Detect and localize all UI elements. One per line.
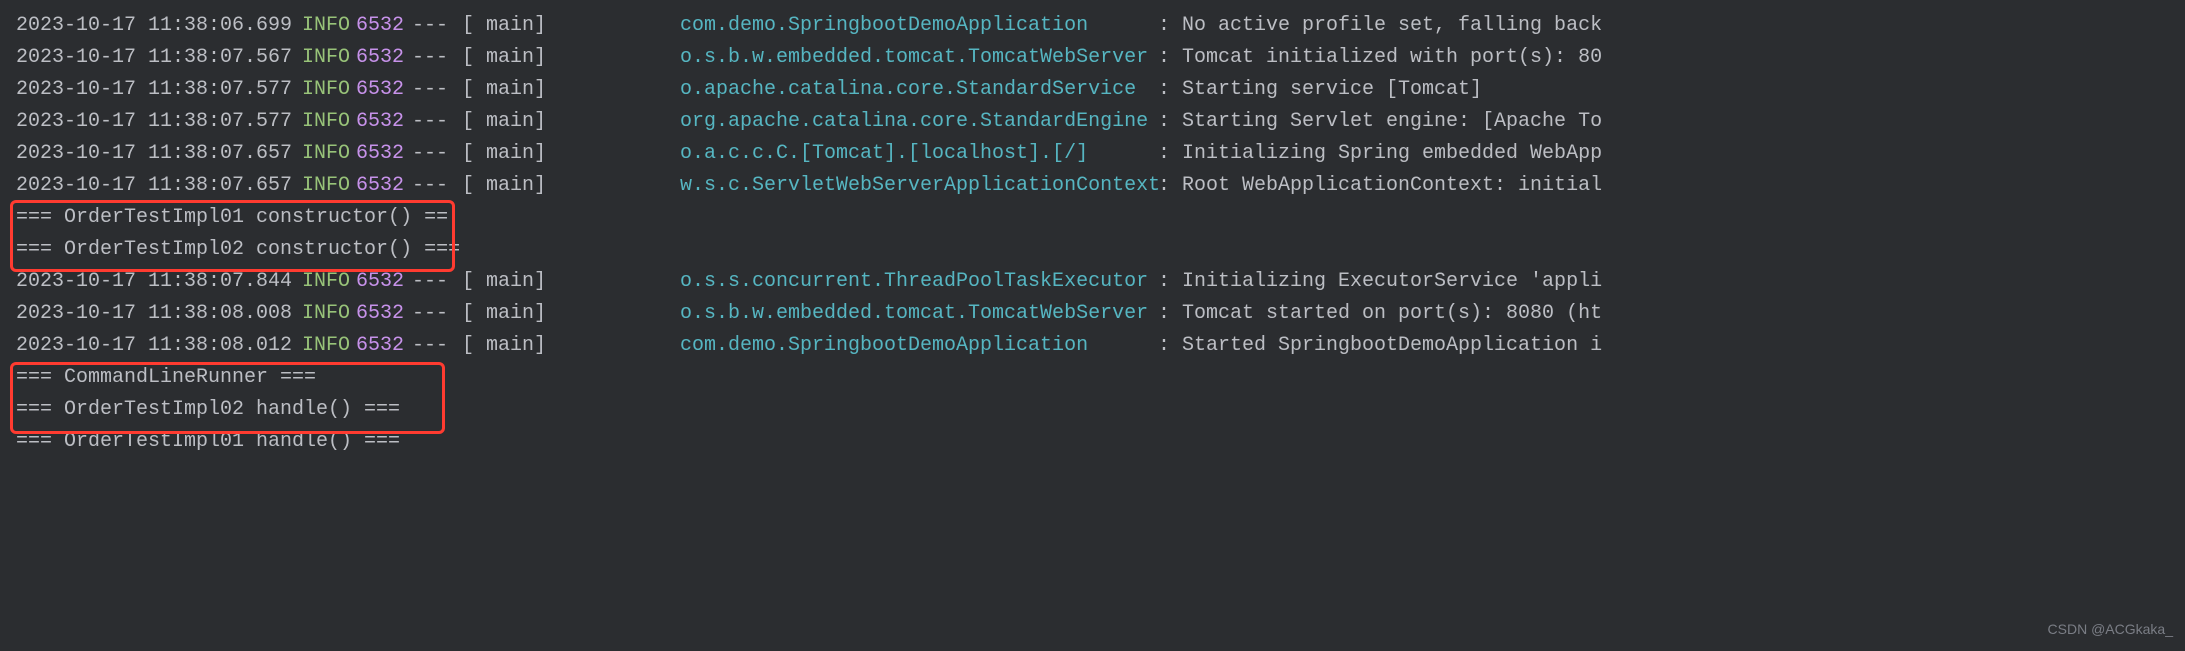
log-pid: 6532 [356, 138, 412, 170]
log-thread: [ main] [462, 10, 680, 42]
log-level: INFO [296, 266, 356, 298]
log-level: INFO [296, 298, 356, 330]
log-level: INFO [296, 106, 356, 138]
log-colon: : [1158, 74, 1182, 106]
log-line: 2023-10-17 11:38:07.657INFO 6532 --- [ m… [16, 170, 2169, 202]
log-pid: 6532 [356, 266, 412, 298]
log-colon: : [1158, 106, 1182, 138]
log-pid: 6532 [356, 42, 412, 74]
log-dashes: --- [412, 106, 462, 138]
log-thread: [ main] [462, 170, 680, 202]
log-level: INFO [296, 74, 356, 106]
log-timestamp: 2023-10-17 11:38:07.657 [16, 170, 296, 202]
log-colon: : [1158, 42, 1182, 74]
log-dashes: --- [412, 170, 462, 202]
log-line: 2023-10-17 11:38:07.844INFO 6532 --- [ m… [16, 266, 2169, 298]
log-message: Initializing Spring embedded WebApp [1182, 138, 1602, 170]
log-logger: o.a.c.c.C.[Tomcat].[localhost].[/] [680, 138, 1158, 170]
log-colon: : [1158, 138, 1182, 170]
log-pid: 6532 [356, 106, 412, 138]
log-line: 2023-10-17 11:38:08.008INFO 6532 --- [ m… [16, 298, 2169, 330]
stdout-line: === OrderTestImpl01 constructor() == [16, 202, 2169, 234]
log-line: 2023-10-17 11:38:06.699INFO 6532 --- [ m… [16, 10, 2169, 42]
log-thread: [ main] [462, 42, 680, 74]
log-logger: o.s.s.concurrent.ThreadPoolTaskExecutor [680, 266, 1158, 298]
log-colon: : [1158, 298, 1182, 330]
log-message: Starting Servlet engine: [Apache To [1182, 106, 1602, 138]
log-dashes: --- [412, 330, 462, 362]
log-dashes: --- [412, 10, 462, 42]
log-pid: 6532 [356, 170, 412, 202]
log-message: Tomcat initialized with port(s): 80 [1182, 42, 1602, 74]
log-logger: o.apache.catalina.core.StandardService [680, 74, 1158, 106]
log-thread: [ main] [462, 298, 680, 330]
log-level: INFO [296, 330, 356, 362]
log-message: No active profile set, falling back [1182, 10, 1602, 42]
log-colon: : [1158, 10, 1182, 42]
log-colon: : [1158, 266, 1182, 298]
log-timestamp: 2023-10-17 11:38:08.008 [16, 298, 296, 330]
log-output: 2023-10-17 11:38:06.699INFO 6532 --- [ m… [16, 10, 2169, 458]
log-logger: o.s.b.w.embedded.tomcat.TomcatWebServer [680, 298, 1158, 330]
log-message: Started SpringbootDemoApplication i [1182, 330, 1602, 362]
stdout-line: === CommandLineRunner === [16, 362, 2169, 394]
log-pid: 6532 [356, 330, 412, 362]
log-dashes: --- [412, 74, 462, 106]
log-pid: 6532 [356, 74, 412, 106]
log-dashes: --- [412, 42, 462, 74]
log-level: INFO [296, 138, 356, 170]
log-timestamp: 2023-10-17 11:38:06.699 [16, 10, 296, 42]
log-level: INFO [296, 42, 356, 74]
log-line: 2023-10-17 11:38:07.577INFO 6532 --- [ m… [16, 106, 2169, 138]
log-colon: : [1158, 170, 1182, 202]
log-timestamp: 2023-10-17 11:38:07.657 [16, 138, 296, 170]
stdout-line: === OrderTestImpl02 handle() === [16, 394, 2169, 426]
log-message: Starting service [Tomcat] [1182, 74, 1482, 106]
log-logger: o.s.b.w.embedded.tomcat.TomcatWebServer [680, 42, 1158, 74]
log-logger: com.demo.SpringbootDemoApplication [680, 10, 1158, 42]
log-timestamp: 2023-10-17 11:38:07.844 [16, 266, 296, 298]
log-thread: [ main] [462, 330, 680, 362]
log-level: INFO [296, 170, 356, 202]
log-thread: [ main] [462, 266, 680, 298]
log-message: Tomcat started on port(s): 8080 (ht [1182, 298, 1602, 330]
log-thread: [ main] [462, 74, 680, 106]
log-pid: 6532 [356, 10, 412, 42]
log-line: 2023-10-17 11:38:07.577INFO 6532 --- [ m… [16, 74, 2169, 106]
log-dashes: --- [412, 298, 462, 330]
log-pid: 6532 [356, 298, 412, 330]
stdout-line: === OrderTestImpl01 handle() === [16, 426, 2169, 458]
log-thread: [ main] [462, 138, 680, 170]
log-message: Root WebApplicationContext: initial [1182, 170, 1602, 202]
log-dashes: --- [412, 138, 462, 170]
log-logger: w.s.c.ServletWebServerApplicationContext [680, 170, 1158, 202]
log-logger: org.apache.catalina.core.StandardEngine [680, 106, 1158, 138]
log-line: 2023-10-17 11:38:07.567INFO 6532 --- [ m… [16, 42, 2169, 74]
log-level: INFO [296, 10, 356, 42]
watermark: CSDN @ACGkaka_ [2048, 613, 2173, 645]
stdout-line: === OrderTestImpl02 constructor() === [16, 234, 2169, 266]
log-timestamp: 2023-10-17 11:38:08.012 [16, 330, 296, 362]
log-thread: [ main] [462, 106, 680, 138]
log-line: 2023-10-17 11:38:08.012INFO 6532 --- [ m… [16, 330, 2169, 362]
log-dashes: --- [412, 266, 462, 298]
log-timestamp: 2023-10-17 11:38:07.577 [16, 106, 296, 138]
log-timestamp: 2023-10-17 11:38:07.567 [16, 42, 296, 74]
log-logger: com.demo.SpringbootDemoApplication [680, 330, 1158, 362]
log-timestamp: 2023-10-17 11:38:07.577 [16, 74, 296, 106]
log-line: 2023-10-17 11:38:07.657INFO 6532 --- [ m… [16, 138, 2169, 170]
log-message: Initializing ExecutorService 'appli [1182, 266, 1602, 298]
log-colon: : [1158, 330, 1182, 362]
